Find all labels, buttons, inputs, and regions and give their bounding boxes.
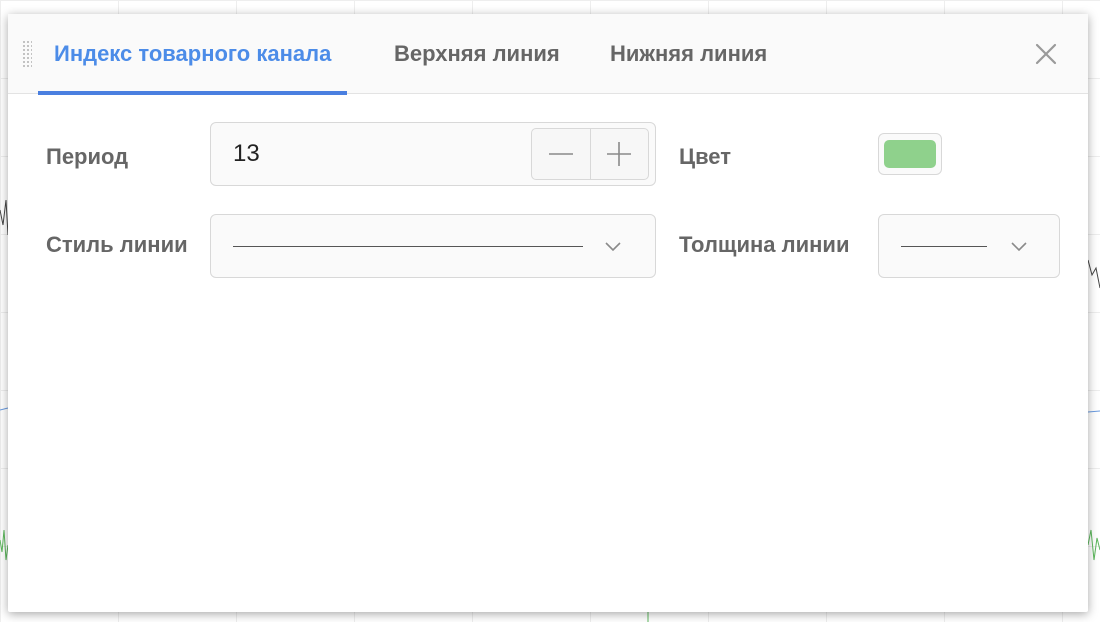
- line-width-label: Толщина линии: [679, 232, 850, 257]
- line-style-select[interactable]: [210, 214, 656, 278]
- color-swatch-button[interactable]: [878, 133, 942, 175]
- line-width-preview: [901, 246, 987, 247]
- close-button[interactable]: [1032, 40, 1060, 68]
- tab-upper-line[interactable]: Верхняя линия: [394, 14, 560, 93]
- plus-icon: [607, 142, 632, 166]
- indicator-settings-dialog: Индекс товарного канала Верхняя линия Ни…: [8, 14, 1088, 612]
- tab-commodity-channel-index[interactable]: Индекс товарного канала: [37, 14, 348, 95]
- tab-lower-line[interactable]: Нижняя линия: [610, 14, 767, 93]
- minus-icon: [548, 153, 573, 155]
- dialog-header: Индекс товарного канала Верхняя линия Ни…: [8, 14, 1088, 95]
- period-stepper: [531, 128, 649, 180]
- line-width-select[interactable]: [878, 214, 1060, 278]
- color-swatch-fill: [884, 140, 936, 168]
- period-field: [210, 122, 656, 186]
- line-style-preview: [233, 246, 583, 247]
- close-icon: [1035, 43, 1057, 65]
- chevron-down-icon: [1011, 242, 1027, 252]
- chevron-down-icon: [605, 242, 621, 252]
- period-input[interactable]: [233, 123, 513, 185]
- decrement-button[interactable]: [532, 129, 590, 179]
- color-label: Цвет: [679, 144, 732, 169]
- period-label: Период: [46, 144, 129, 169]
- line-style-label: Стиль линии: [46, 232, 188, 257]
- increment-button[interactable]: [589, 129, 649, 179]
- drag-handle-icon[interactable]: [22, 40, 32, 68]
